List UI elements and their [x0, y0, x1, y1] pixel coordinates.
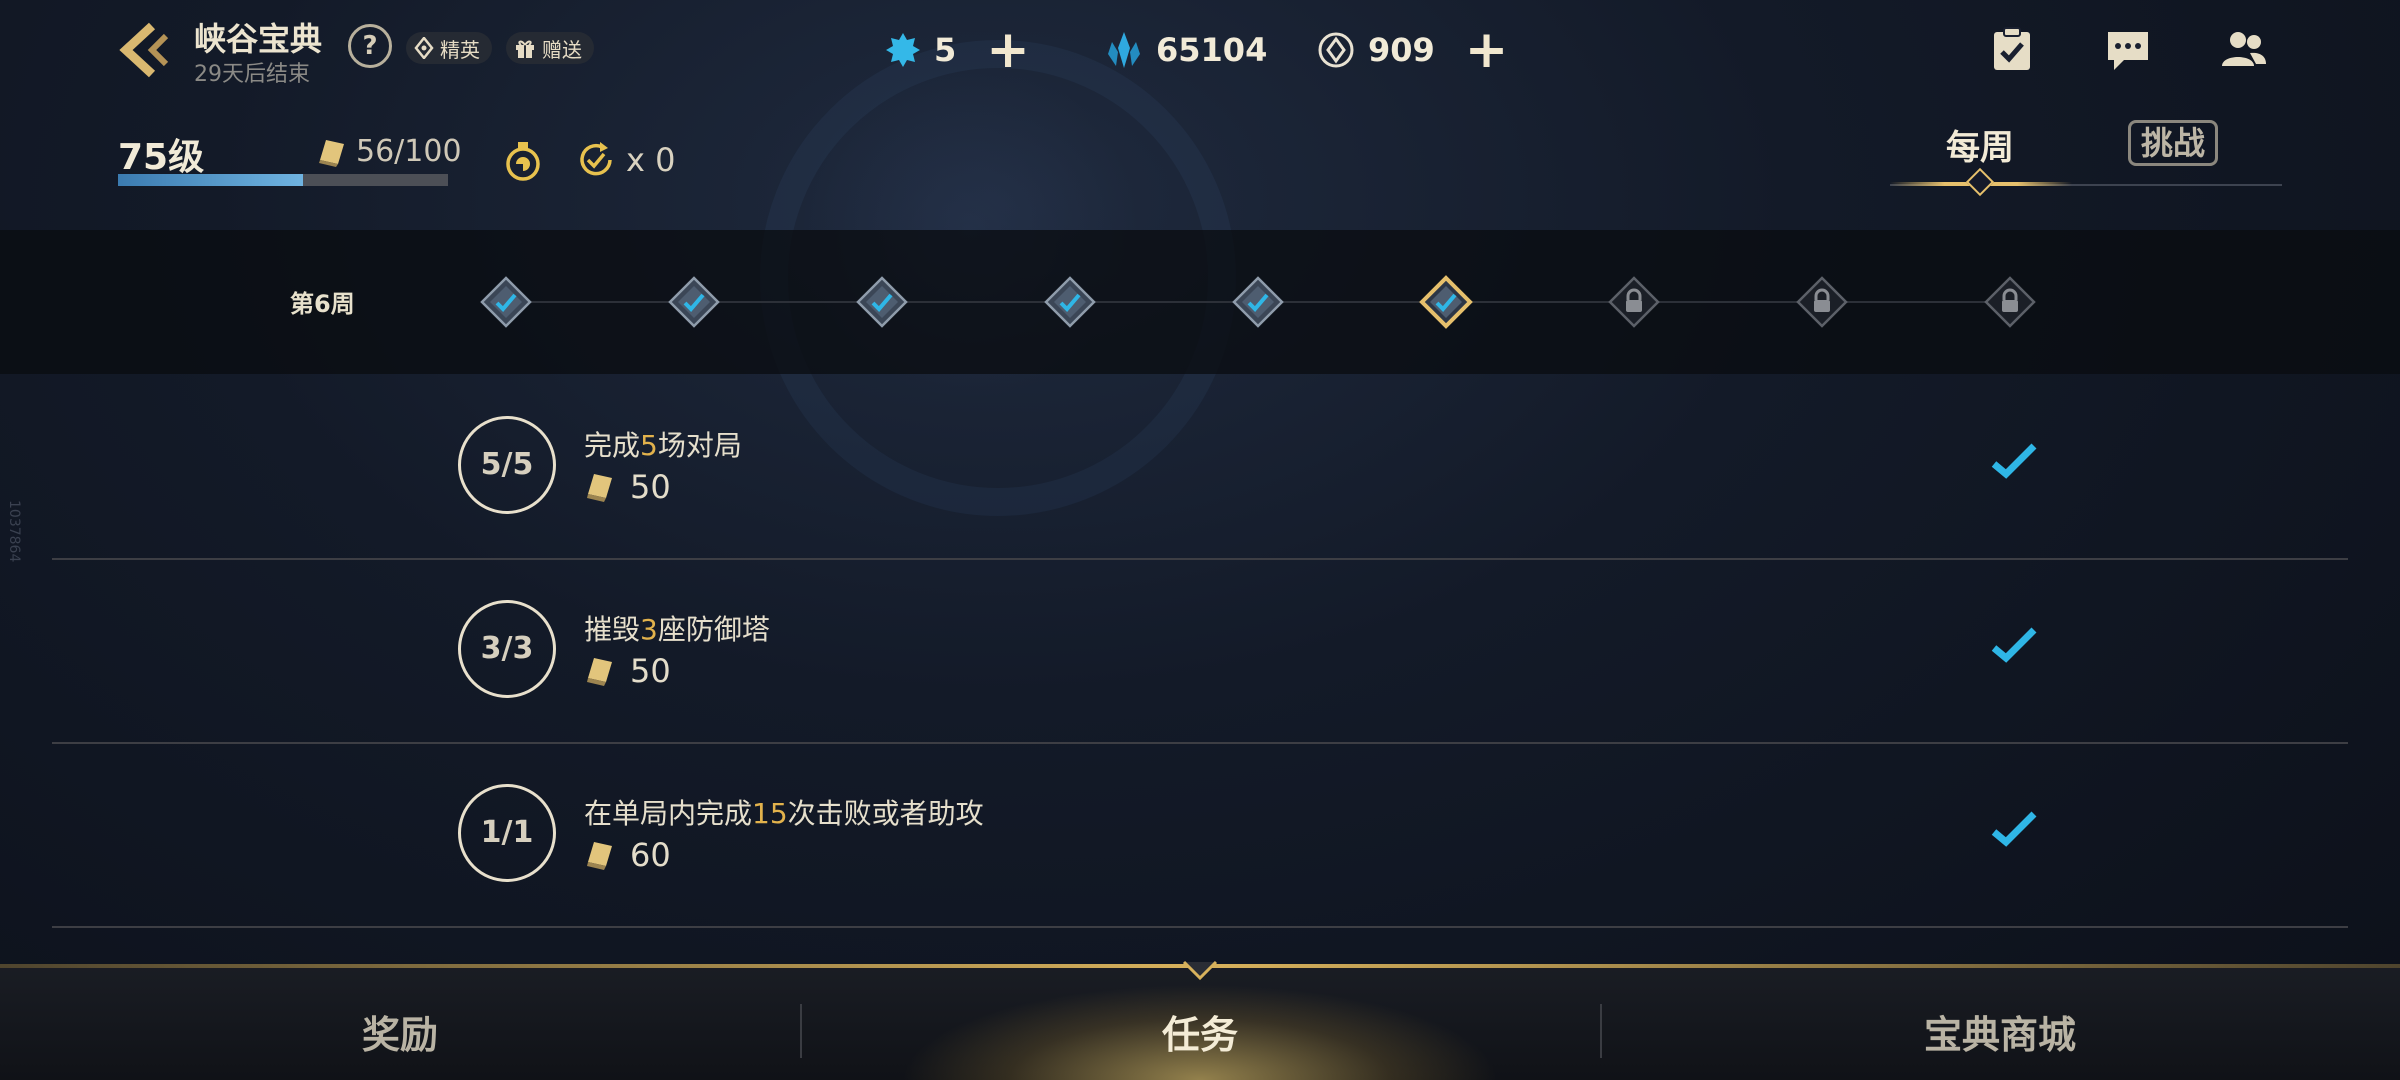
- nav-shop-tab[interactable]: 宝典商城: [1800, 1004, 2200, 1059]
- task-row: 1/1 在单局内完成15次击败或者助攻 60: [52, 742, 2348, 928]
- xp-text: 56/100: [356, 134, 462, 169]
- completed-check-icon: [1991, 627, 2037, 663]
- active-tab-caret-icon: [1182, 960, 1218, 981]
- nav-tasks-tab[interactable]: 任务: [1000, 1004, 1400, 1059]
- side-id-text: 1037864: [6, 500, 22, 563]
- task-description: 摧毁3座防御塔: [584, 608, 770, 648]
- task-progress: 5/5: [458, 416, 556, 514]
- task-reward: 50: [584, 468, 671, 506]
- task-reward-value: 60: [630, 836, 671, 874]
- page-title: 峡谷宝典: [194, 20, 323, 58]
- chat-icon[interactable]: [2104, 26, 2152, 74]
- task-progress: 1/1: [458, 784, 556, 882]
- star-gem-icon: [886, 33, 920, 67]
- week-node-completed-icon[interactable]: [478, 274, 534, 330]
- crystal-currency: 65104: [1104, 30, 1267, 70]
- bottom-navigation: 奖励 任务 宝典商城: [0, 960, 2400, 1080]
- week-node-completed-icon[interactable]: [1418, 274, 1474, 330]
- crystal-icon: [1108, 32, 1140, 68]
- task-desc-text: 座防御塔: [657, 613, 770, 646]
- scroll-token-icon: [587, 842, 612, 870]
- scroll-token-icon: [319, 139, 344, 167]
- week-progress-band: 第6周: [0, 230, 2400, 374]
- task-progress: 3/3: [458, 600, 556, 698]
- task-desc-text: 在单局内完成: [584, 797, 753, 830]
- task-desc-number: 15: [752, 797, 788, 830]
- task-reward-value: 50: [630, 468, 671, 506]
- add-star-gem-button[interactable]: +: [986, 24, 1030, 76]
- tab-weekly[interactable]: 每周: [1946, 120, 2014, 169]
- top-bar: 峡谷宝典 29天后结束 ? 精英 赠送 5 + 65104 909 + 75级 …: [0, 0, 2400, 230]
- task-desc-text: 场对局: [657, 429, 742, 462]
- gift-icon: [516, 40, 534, 58]
- star-gem-currency: 5 +: [884, 24, 1030, 76]
- task-desc-text: 完成: [584, 429, 641, 462]
- xp-progress-fill: [118, 174, 303, 186]
- help-button[interactable]: ?: [348, 24, 392, 68]
- task-row: 3/3 摧毁3座防御塔 50: [52, 558, 2348, 744]
- task-desc-number: 3: [640, 613, 658, 646]
- completed-check-icon: [1991, 811, 2037, 847]
- task-description: 完成5场对局: [584, 424, 742, 464]
- week-node-completed-icon[interactable]: [854, 274, 910, 330]
- coupon-currency: 909 +: [1316, 24, 1509, 76]
- tab-challenge[interactable]: 挑战: [2128, 120, 2219, 166]
- coupon-value: 909: [1368, 31, 1435, 69]
- nav-separator: [1600, 1004, 1602, 1058]
- xp-counter: 56/100: [316, 134, 462, 169]
- crystal-value: 65104: [1156, 31, 1268, 69]
- coupon-coin-icon: [1318, 32, 1354, 68]
- week-node-locked-icon[interactable]: [1982, 274, 2038, 330]
- quest-clipboard-icon[interactable]: [1988, 26, 2036, 74]
- xp-progress-bar: [118, 174, 448, 186]
- week-node-completed-icon[interactable]: [666, 274, 722, 330]
- task-row: 5/5 完成5场对局 50: [52, 374, 2348, 560]
- elite-tag[interactable]: 精英: [406, 32, 492, 64]
- task-desc-number: 5: [640, 429, 658, 462]
- scroll-token-icon: [587, 474, 612, 502]
- add-coupon-button[interactable]: +: [1465, 24, 1509, 76]
- scroll-token-icon: [587, 658, 612, 686]
- level-label: 75级: [118, 137, 205, 178]
- completed-check-icon: [1991, 443, 2037, 479]
- task-description: 在单局内完成15次击败或者助攻: [584, 792, 984, 832]
- refresh-card-counter[interactable]: x 0: [576, 140, 675, 180]
- friends-icon[interactable]: [2220, 26, 2268, 74]
- nav-reward-tab[interactable]: 奖励: [200, 1004, 600, 1059]
- refresh-check-icon: [580, 142, 612, 176]
- gift-tag-label: 赠送: [542, 37, 582, 62]
- task-desc-text: 摧毁: [584, 613, 641, 646]
- page-subtitle: 29天后结束: [194, 62, 310, 87]
- week-node-locked-icon[interactable]: [1606, 274, 1662, 330]
- refresh-count: x 0: [626, 141, 676, 179]
- diamond-outline-icon: [414, 37, 434, 59]
- gift-tag[interactable]: 赠送: [506, 32, 594, 64]
- back-arrow-icon[interactable]: [112, 18, 176, 82]
- week-node-completed-icon[interactable]: [1230, 274, 1286, 330]
- star-gem-value: 5: [934, 31, 957, 69]
- nav-separator: [800, 1004, 802, 1058]
- task-reward-value: 50: [630, 652, 671, 690]
- task-reward: 50: [584, 652, 671, 690]
- elite-tag-label: 精英: [440, 37, 480, 62]
- task-reward: 60: [584, 836, 671, 874]
- tab-caret-icon: [1965, 167, 1995, 197]
- task-desc-text: 次击败或者助攻: [787, 797, 984, 830]
- week-node-completed-icon[interactable]: [1042, 274, 1098, 330]
- period-tabs: 每周 挑战: [1890, 112, 2282, 197]
- week-node-locked-icon[interactable]: [1794, 274, 1850, 330]
- xp-boost-icon[interactable]: [504, 140, 542, 184]
- week-label: 第6周: [290, 290, 355, 318]
